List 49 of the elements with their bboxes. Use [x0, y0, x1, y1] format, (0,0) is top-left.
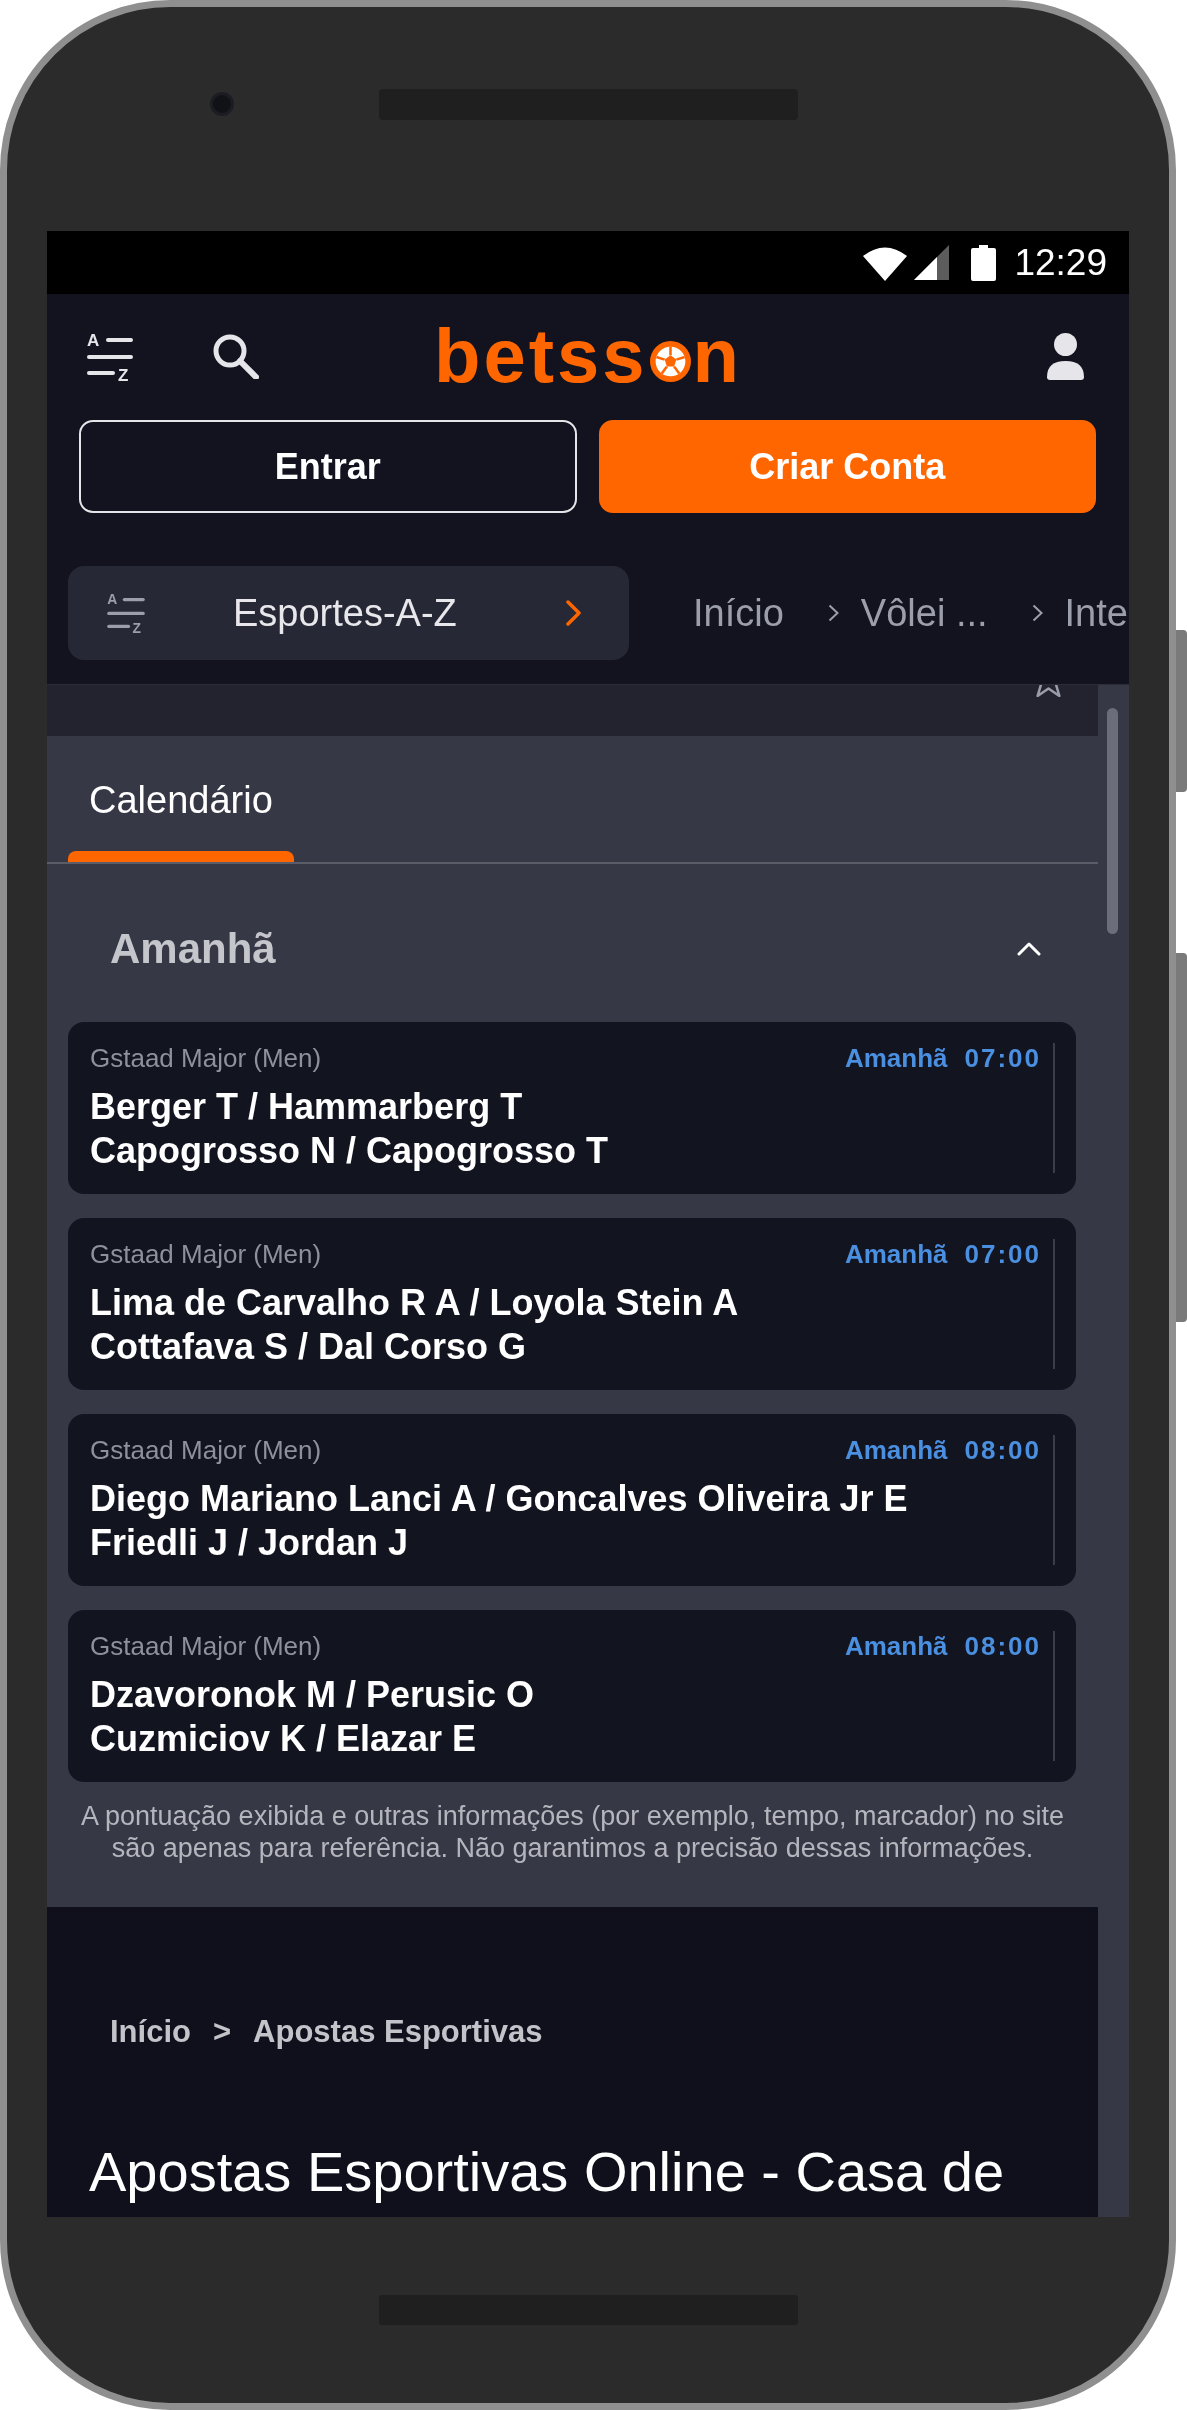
- betsson-logo[interactable]: betss n: [434, 318, 742, 394]
- match-time: 08:00: [964, 1631, 1041, 1661]
- sports-az-button[interactable]: A Z Esportes-A-Z: [68, 566, 629, 660]
- league-name: Gstaad Major (Men): [90, 1631, 322, 1661]
- search-icon[interactable]: [212, 333, 259, 379]
- football-icon: [649, 341, 691, 382]
- status-time: 12:29: [1014, 244, 1107, 281]
- chevron-right-icon: [827, 604, 839, 622]
- breadcrumb-link[interactable]: Vôlei ...: [860, 594, 988, 632]
- breadcrumb-link[interactable]: Inte: [1064, 594, 1128, 632]
- breadcrumb-link[interactable]: Apostas Esportivas: [253, 2012, 543, 2052]
- breadcrumb-separator: >: [212, 2013, 232, 2051]
- disclaimer-text: A pontuação exibida e outras informações (por exemplo, tempo, marcador) no site são apenas para referência. Não garantimos a precisão dessas informações.: [80, 1800, 1065, 1864]
- team-names: Friedli J / Jordan J: [90, 1521, 409, 1565]
- login-button[interactable]: Entrar: [79, 420, 577, 513]
- team-names: Cottafava S / Dal Corso G: [90, 1325, 527, 1369]
- league-name: Gstaad Major (Men): [90, 1435, 322, 1465]
- team-names: Lima de Carvalho R A / Loyola Stein A: [90, 1281, 739, 1325]
- chevron-right-icon: [566, 600, 581, 626]
- match-card[interactable]: Gstaad Major (Men) Amanhã 07:00 Lima de Carvalho R A / Loyola Stein A Cottafava S / Dal Corso G: [68, 1218, 1076, 1390]
- team-names: Berger T / Hammarberg T: [90, 1085, 523, 1129]
- team-names: Cuzmiciov K / Elazar E: [90, 1717, 477, 1761]
- league-name: Gstaad Major (Men): [90, 1043, 322, 1073]
- team-names: Dzavoronok M / Perusic O: [90, 1673, 535, 1717]
- camera-lens: [210, 92, 234, 116]
- breadcrumb-link[interactable]: Início: [693, 594, 784, 632]
- match-day: Amanhã: [844, 1043, 948, 1073]
- team-names: Diego Mariano Lanci A / Goncalves Oliveira Jr E: [90, 1477, 908, 1521]
- match-time: 08:00: [964, 1435, 1041, 1465]
- league-name: Gstaad Major (Men): [90, 1239, 322, 1269]
- chevron-up-icon[interactable]: [1017, 942, 1041, 956]
- match-time: 07:00: [964, 1239, 1041, 1269]
- match-day: Amanhã: [844, 1435, 948, 1465]
- scrollbar-thumb[interactable]: [1107, 708, 1118, 934]
- page-title: Apostas Esportivas Online - Casa de: [88, 2140, 1005, 2204]
- user-icon[interactable]: [1047, 332, 1084, 380]
- match-day: Amanhã: [844, 1631, 948, 1661]
- battery-icon: [971, 244, 997, 281]
- match-card[interactable]: Gstaad Major (Men) Amanhã 08:00 Diego Mariano Lanci A / Goncalves Oliveira Jr E Friedli J / Jordan J: [68, 1414, 1076, 1586]
- breadcrumb-link[interactable]: Início: [110, 2012, 191, 2052]
- match-card[interactable]: Gstaad Major (Men) Amanhã 07:00 Berger T / Hammarberg T Capogrosso N / Capogrosso T: [68, 1022, 1076, 1194]
- section-title: Amanhã: [110, 928, 276, 970]
- team-names: Capogrosso N / Capogrosso T: [90, 1129, 609, 1173]
- tab[interactable]: Calendário: [68, 736, 294, 862]
- match-day: Amanhã: [844, 1239, 948, 1269]
- signal-icon: [914, 245, 950, 280]
- match-time: 07:00: [964, 1043, 1041, 1073]
- match-card[interactable]: Gstaad Major (Men) Amanhã 08:00 Dzavoronok M / Perusic O Cuzmiciov K / Elazar E: [68, 1610, 1076, 1782]
- chevron-right-icon: [1031, 604, 1043, 622]
